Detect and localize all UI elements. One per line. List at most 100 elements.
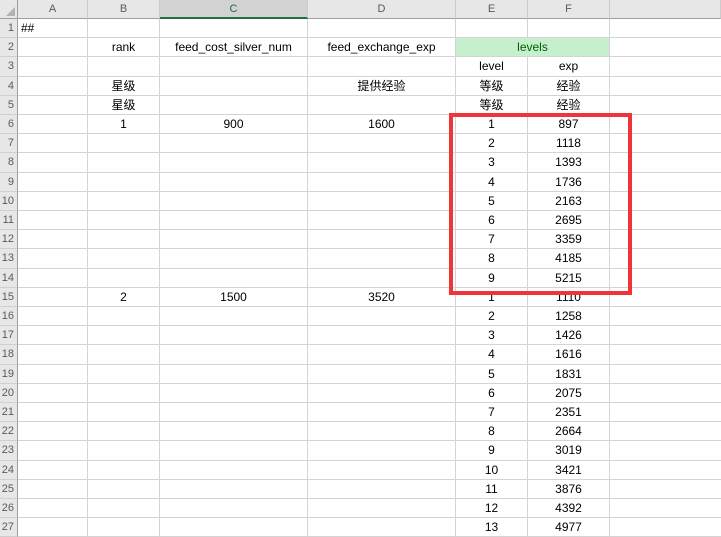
- cell-G12[interactable]: [610, 230, 721, 249]
- cell-B8[interactable]: [88, 153, 160, 172]
- cell-F26[interactable]: 4392: [528, 499, 610, 518]
- cell-C9[interactable]: [160, 173, 308, 192]
- cell-E17[interactable]: 3: [456, 326, 528, 345]
- cell-A15[interactable]: [18, 288, 88, 307]
- cell-G6[interactable]: [610, 115, 721, 134]
- cell-B19[interactable]: [88, 365, 160, 384]
- cell-B20[interactable]: [88, 384, 160, 403]
- cell-C19[interactable]: [160, 365, 308, 384]
- cell-E21[interactable]: 7: [456, 403, 528, 422]
- row-header-1[interactable]: 1: [0, 19, 18, 38]
- cell-F20[interactable]: 2075: [528, 384, 610, 403]
- row-header-27[interactable]: 27: [0, 518, 18, 537]
- cell-D6[interactable]: 1600: [308, 115, 456, 134]
- cell-C10[interactable]: [160, 192, 308, 211]
- cell-C21[interactable]: [160, 403, 308, 422]
- cell-D27[interactable]: [308, 518, 456, 537]
- column-header-blank[interactable]: [610, 0, 721, 19]
- cell-B14[interactable]: [88, 269, 160, 288]
- cell-F13[interactable]: 4185: [528, 249, 610, 268]
- cell-E7[interactable]: 2: [456, 134, 528, 153]
- cell-F23[interactable]: 3019: [528, 441, 610, 460]
- cell-C1[interactable]: [160, 19, 308, 38]
- cell-A22[interactable]: [18, 422, 88, 441]
- cell-G19[interactable]: [610, 365, 721, 384]
- cell-D25[interactable]: [308, 480, 456, 499]
- cell-D17[interactable]: [308, 326, 456, 345]
- cell-E23[interactable]: 9: [456, 441, 528, 460]
- cell-G16[interactable]: [610, 307, 721, 326]
- cell-F18[interactable]: 1616: [528, 345, 610, 364]
- cell-B7[interactable]: [88, 134, 160, 153]
- row-header-15[interactable]: 15: [0, 288, 18, 307]
- cell-C18[interactable]: [160, 345, 308, 364]
- cell-C27[interactable]: [160, 518, 308, 537]
- cell-F24[interactable]: 3421: [528, 461, 610, 480]
- cell-A11[interactable]: [18, 211, 88, 230]
- cell-E24[interactable]: 10: [456, 461, 528, 480]
- row-header-23[interactable]: 23: [0, 441, 18, 460]
- cell-C11[interactable]: [160, 211, 308, 230]
- cell-B27[interactable]: [88, 518, 160, 537]
- cell-F21[interactable]: 2351: [528, 403, 610, 422]
- row-header-8[interactable]: 8: [0, 153, 18, 172]
- cell-A19[interactable]: [18, 365, 88, 384]
- cell-E10[interactable]: 5: [456, 192, 528, 211]
- cell-E12[interactable]: 7: [456, 230, 528, 249]
- cell-C15[interactable]: 1500: [160, 288, 308, 307]
- cell-D24[interactable]: [308, 461, 456, 480]
- column-header-C[interactable]: C: [160, 0, 308, 19]
- cell-E14[interactable]: 9: [456, 269, 528, 288]
- cell-F22[interactable]: 2664: [528, 422, 610, 441]
- row-header-19[interactable]: 19: [0, 365, 18, 384]
- cell-E19[interactable]: 5: [456, 365, 528, 384]
- row-header-20[interactable]: 20: [0, 384, 18, 403]
- cell-D11[interactable]: [308, 211, 456, 230]
- cell-G17[interactable]: [610, 326, 721, 345]
- cell-B12[interactable]: [88, 230, 160, 249]
- cell-G10[interactable]: [610, 192, 721, 211]
- cell-D3[interactable]: [308, 57, 456, 76]
- cell-A2[interactable]: [18, 38, 88, 57]
- cell-A5[interactable]: [18, 96, 88, 115]
- cell-F17[interactable]: 1426: [528, 326, 610, 345]
- cell-F19[interactable]: 1831: [528, 365, 610, 384]
- cell-G11[interactable]: [610, 211, 721, 230]
- cell-E11[interactable]: 6: [456, 211, 528, 230]
- select-all-corner[interactable]: [0, 0, 18, 19]
- cell-E15[interactable]: 1: [456, 288, 528, 307]
- cell-E26[interactable]: 12: [456, 499, 528, 518]
- cell-F9[interactable]: 1736: [528, 173, 610, 192]
- cell-D9[interactable]: [308, 173, 456, 192]
- row-header-14[interactable]: 14: [0, 269, 18, 288]
- cell-G8[interactable]: [610, 153, 721, 172]
- cell-C2[interactable]: feed_cost_silver_num: [160, 38, 308, 57]
- cell-B9[interactable]: [88, 173, 160, 192]
- row-header-5[interactable]: 5: [0, 96, 18, 115]
- cell-B22[interactable]: [88, 422, 160, 441]
- cell-E5[interactable]: 等级: [456, 96, 528, 115]
- cell-C8[interactable]: [160, 153, 308, 172]
- cell-B10[interactable]: [88, 192, 160, 211]
- cell-E9[interactable]: 4: [456, 173, 528, 192]
- cell-G1[interactable]: [610, 19, 721, 38]
- row-header-11[interactable]: 11: [0, 211, 18, 230]
- row-header-22[interactable]: 22: [0, 422, 18, 441]
- row-header-13[interactable]: 13: [0, 249, 18, 268]
- cell-E4[interactable]: 等级: [456, 77, 528, 96]
- column-header-E[interactable]: E: [456, 0, 528, 19]
- cell-C4[interactable]: [160, 77, 308, 96]
- cell-A24[interactable]: [18, 461, 88, 480]
- cell-C14[interactable]: [160, 269, 308, 288]
- cell-D1[interactable]: [308, 19, 456, 38]
- cell-F11[interactable]: 2695: [528, 211, 610, 230]
- cell-G21[interactable]: [610, 403, 721, 422]
- cell-B18[interactable]: [88, 345, 160, 364]
- column-header-B[interactable]: B: [88, 0, 160, 19]
- cell-G14[interactable]: [610, 269, 721, 288]
- column-header-D[interactable]: D: [308, 0, 456, 19]
- cell-B21[interactable]: [88, 403, 160, 422]
- cell-A16[interactable]: [18, 307, 88, 326]
- cell-A1[interactable]: ##: [18, 19, 88, 38]
- cell-G23[interactable]: [610, 441, 721, 460]
